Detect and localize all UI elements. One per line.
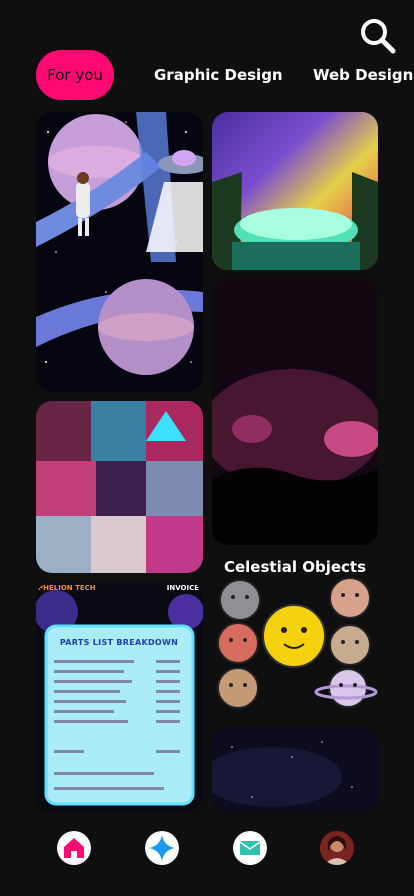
pin-aurora-fountain[interactable] — [212, 112, 378, 270]
mail-icon — [239, 841, 261, 855]
pin-parts-list[interactable]: PHELION TECH INVOICE PARTS LIST BREAKDOW… — [36, 582, 203, 812]
home-icon — [64, 838, 84, 858]
category-tabs: For you Graphic Design Web Design — [0, 50, 414, 100]
parts-brand-right: INVOICE — [166, 584, 199, 592]
sparkle-icon — [149, 835, 175, 861]
aurora-image — [212, 112, 378, 270]
concert-image — [212, 279, 378, 545]
parts-list-title: PARTS LIST BREAKDOWN — [59, 638, 179, 647]
pin-space-artwork[interactable] — [36, 112, 203, 392]
nav-profile-button[interactable] — [320, 831, 354, 865]
pin-retro-collage[interactable] — [36, 401, 203, 573]
pin-concert-photo[interactable] — [212, 279, 378, 545]
nav-explore-button[interactable] — [145, 831, 179, 865]
celestial-objects-title: Celestial Objects — [223, 558, 367, 576]
parts-brand-left: PHELION TECH — [38, 584, 96, 592]
celestial-faces-image — [217, 577, 378, 709]
space-artwork-image — [36, 112, 203, 392]
pin-celestial-objects[interactable]: Celestial Objects — [212, 552, 378, 717]
nav-messages-button[interactable] — [233, 831, 267, 865]
tab-web-design[interactable]: Web Design — [313, 50, 413, 100]
tab-for-you[interactable]: For you — [36, 50, 114, 100]
galaxy-image — [212, 727, 378, 812]
bottom-navigation — [0, 818, 414, 896]
pin-galaxy[interactable] — [212, 727, 378, 812]
parts-list-image — [36, 582, 203, 812]
nav-home-button[interactable] — [57, 831, 91, 865]
tab-graphic-design[interactable]: Graphic Design — [154, 50, 283, 100]
collage-image — [36, 401, 203, 573]
avatar — [320, 831, 354, 865]
